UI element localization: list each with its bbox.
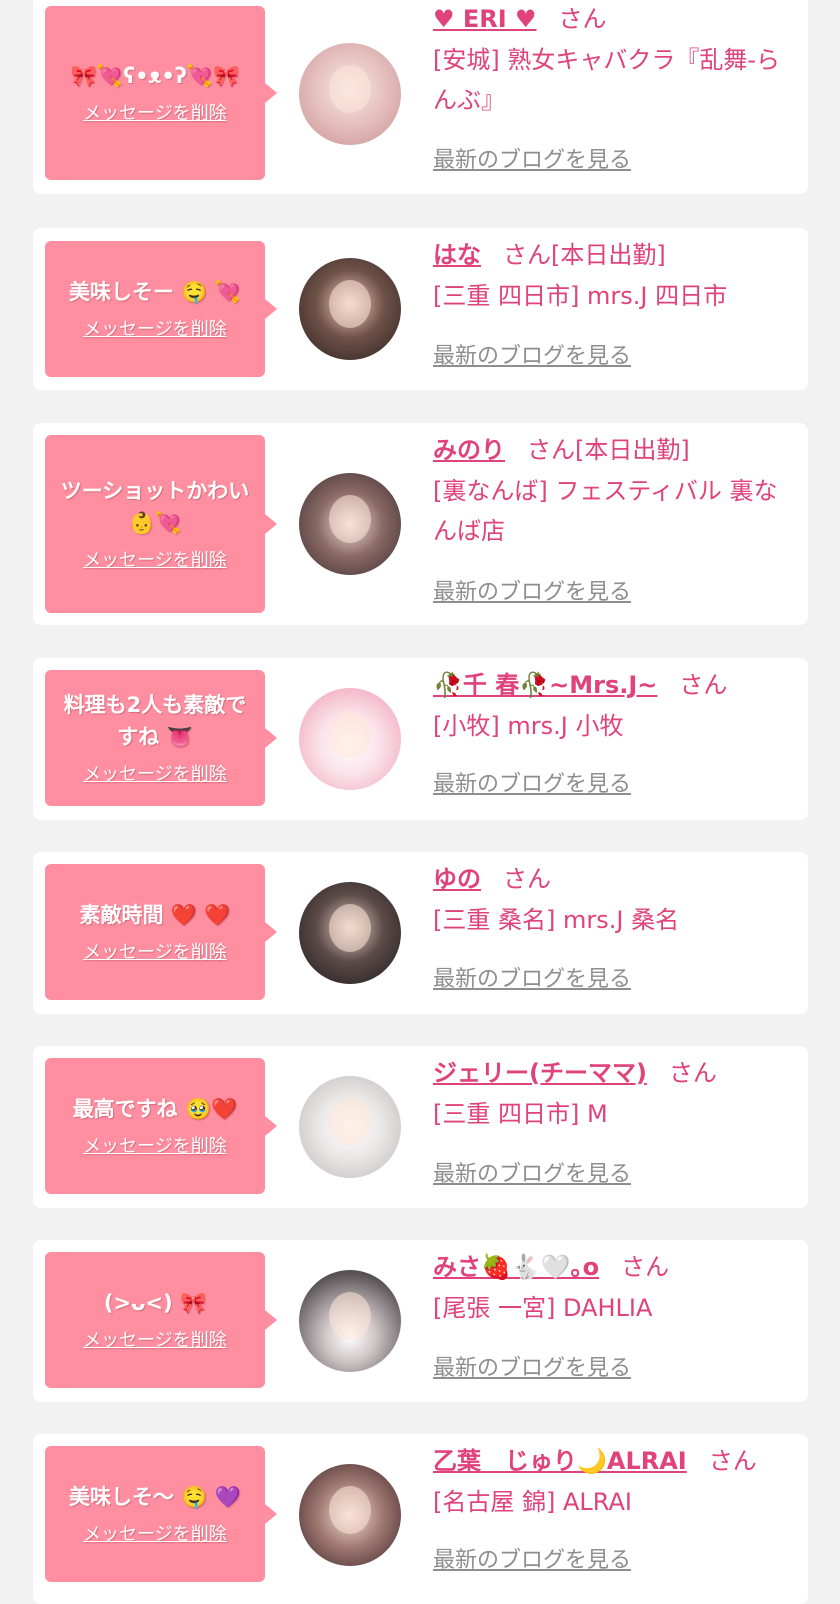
avatar-photo-highlight — [329, 1292, 371, 1340]
delete-message-link[interactable]: メッセージを削除 — [83, 318, 227, 342]
message-bubble: 美味しそー 🤤 💘 メッセージを削除 — [45, 241, 277, 377]
sender-location: [名古屋 錦] ALRAI — [433, 1488, 632, 1516]
sender-name-line: みさ🍓🐇🤍｡o さん — [433, 1246, 796, 1288]
sender-location: [小牧] mrs.J 小牧 — [433, 712, 624, 740]
honorific: さん — [558, 5, 607, 33]
avatar[interactable] — [299, 688, 401, 790]
avatar[interactable] — [299, 473, 401, 575]
avatar-photo-highlight — [329, 65, 371, 113]
message-bubble: 最高ですね 🥹❤️ メッセージを削除 — [45, 1058, 277, 1194]
sender-name-link[interactable]: はな — [433, 241, 481, 269]
message-card: 美味しそー 🤤 💘 メッセージを削除 はな さん[本日出勤] [三重 四日市] m… — [33, 228, 808, 390]
message-text: ツーショットかわい 👶💘 — [60, 479, 250, 535]
message-text: 美味しそー 🤤 💘 — [69, 280, 241, 304]
sender-name-link[interactable]: みさ🍓🐇🤍｡o — [433, 1253, 599, 1281]
avatar-photo-highlight — [329, 1098, 371, 1146]
message-card: (>ᴗ<) 🎀 メッセージを削除 みさ🍓🐇🤍｡o さん [尾張 一宮] DAHLI… — [33, 1240, 808, 1402]
sender-name-line: 🥀千 春🥀~Mrs.J~ さん — [433, 664, 796, 706]
message-text: (>ᴗ<) 🎀 — [103, 1291, 207, 1315]
message-card: 美味しそ〜 🤤 💜 メッセージを削除 乙葉 じゅり🌙ALRAI さん [名古屋 錦… — [33, 1434, 808, 1604]
sender-name-line: みのり さん[本日出勤] — [433, 429, 796, 471]
status-text: [本日出勤] — [575, 436, 690, 464]
avatar-photo-highlight — [329, 1486, 371, 1534]
avatar[interactable] — [299, 1270, 401, 1372]
latest-blog-link[interactable]: 最新のブログを見る — [433, 142, 631, 174]
sender-location: [三重 桑名] mrs.J 桑名 — [433, 906, 680, 934]
sender-info: みのり さん[本日出勤] [裏なんば] フェスティバル 裏なんば店 — [433, 429, 796, 551]
message-bubble: 美味しそ〜 🤤 💜 メッセージを削除 — [45, 1446, 277, 1582]
sender-name-link[interactable]: ♥ ERI ♥ — [433, 5, 537, 33]
avatar-photo-highlight — [329, 495, 371, 543]
sender-name-link[interactable]: 🥀千 春🥀~Mrs.J~ — [433, 671, 657, 699]
latest-blog-link[interactable]: 最新のブログを見る — [433, 1156, 631, 1188]
status-text: [本日出勤] — [551, 241, 666, 269]
message-card: ツーショットかわい 👶💘 メッセージを削除 みのり さん[本日出勤] [裏なんば]… — [33, 423, 808, 625]
sender-name-link[interactable]: ゆの — [433, 865, 481, 893]
sender-name-line: ジェリー(チーママ) さん — [433, 1052, 796, 1094]
latest-blog-link[interactable]: 最新のブログを見る — [433, 1350, 631, 1382]
message-card: 🎀💘ʕ•ᴥ•ʔ💘🎀 メッセージを削除 ♥ ERI ♥ さん [安城] 熟女キャバク… — [33, 0, 808, 194]
sender-info: みさ🍓🐇🤍｡o さん [尾張 一宮] DAHLIA — [433, 1246, 796, 1328]
avatar-photo-highlight — [329, 710, 371, 758]
honorific: さん — [527, 436, 575, 464]
delete-message-link[interactable]: メッセージを削除 — [83, 102, 227, 126]
sender-info: 🥀千 春🥀~Mrs.J~ さん [小牧] mrs.J 小牧 — [433, 664, 796, 746]
avatar[interactable] — [299, 1076, 401, 1178]
sender-location: [三重 四日市] M — [433, 1100, 608, 1128]
message-text: 料理も2人も素敵ですね 👅 — [63, 693, 247, 749]
avatar[interactable] — [299, 258, 401, 360]
sender-name-line: 乙葉 じゅり🌙ALRAI さん — [433, 1440, 796, 1482]
avatar[interactable] — [299, 1464, 401, 1566]
sender-location: [裏なんば] フェスティバル 裏なんば店 — [433, 477, 778, 545]
latest-blog-link[interactable]: 最新のブログを見る — [433, 766, 631, 798]
sender-info: ジェリー(チーママ) さん [三重 四日市] M — [433, 1052, 796, 1134]
message-text: 美味しそ〜 🤤 💜 — [69, 1485, 241, 1509]
latest-blog-link[interactable]: 最新のブログを見る — [433, 961, 631, 993]
sender-name-line: ♥ ERI ♥ さん — [433, 0, 796, 40]
sender-info: ♥ ERI ♥ さん [安城] 熟女キャバクラ『乱舞-らんぶ』 — [433, 0, 796, 120]
message-bubble: (>ᴗ<) 🎀 メッセージを削除 — [45, 1252, 277, 1388]
honorific: さん — [668, 1059, 717, 1087]
avatar-photo-highlight — [329, 904, 371, 952]
avatar-photo-highlight — [329, 280, 371, 328]
message-text: 最高ですね 🥹❤️ — [72, 1097, 238, 1121]
delete-message-link[interactable]: メッセージを削除 — [83, 1135, 227, 1159]
message-list: 🎀💘ʕ•ᴥ•ʔ💘🎀 メッセージを削除 ♥ ERI ♥ さん [安城] 熟女キャバク… — [0, 0, 840, 1604]
honorific: さん — [621, 1253, 670, 1281]
message-card: 素敵時間 ❤️ ❤️ メッセージを削除 ゆの さん [三重 桑名] mrs.J 桑… — [33, 852, 808, 1014]
sender-location: [尾張 一宮] DAHLIA — [433, 1294, 653, 1322]
message-text: 🎀💘ʕ•ᴥ•ʔ💘🎀 — [70, 64, 240, 88]
sender-info: ゆの さん [三重 桑名] mrs.J 桑名 — [433, 858, 796, 940]
delete-message-link[interactable]: メッセージを削除 — [83, 941, 227, 965]
avatar[interactable] — [299, 43, 401, 145]
delete-message-link[interactable]: メッセージを削除 — [83, 549, 227, 573]
sender-name-link[interactable]: ジェリー(チーママ) — [433, 1059, 647, 1087]
message-bubble: 🎀💘ʕ•ᴥ•ʔ💘🎀 メッセージを削除 — [45, 6, 277, 180]
sender-name-line: ゆの さん — [433, 858, 796, 900]
delete-message-link[interactable]: メッセージを削除 — [83, 1523, 227, 1547]
honorific: さん — [503, 865, 551, 893]
message-card: 最高ですね 🥹❤️ メッセージを削除 ジェリー(チーママ) さん [三重 四日市]… — [33, 1046, 808, 1208]
message-bubble: ツーショットかわい 👶💘 メッセージを削除 — [45, 435, 277, 613]
message-bubble: 素敵時間 ❤️ ❤️ メッセージを削除 — [45, 864, 277, 1000]
honorific: さん — [679, 671, 728, 699]
message-text: 素敵時間 ❤️ ❤️ — [79, 903, 231, 927]
sender-info: 乙葉 じゅり🌙ALRAI さん [名古屋 錦] ALRAI — [433, 1440, 796, 1522]
sender-location: [三重 四日市] mrs.J 四日市 — [433, 282, 728, 310]
delete-message-link[interactable]: メッセージを削除 — [83, 763, 227, 787]
latest-blog-link[interactable]: 最新のブログを見る — [433, 574, 631, 606]
delete-message-link[interactable]: メッセージを削除 — [83, 1329, 227, 1353]
latest-blog-link[interactable]: 最新のブログを見る — [433, 1542, 631, 1574]
sender-name-link[interactable]: 乙葉 じゅり🌙ALRAI — [433, 1447, 687, 1475]
message-bubble: 料理も2人も素敵ですね 👅 メッセージを削除 — [45, 670, 277, 806]
message-card: 料理も2人も素敵ですね 👅 メッセージを削除 🥀千 春🥀~Mrs.J~ さん [小… — [33, 658, 808, 820]
sender-location: [安城] 熟女キャバクラ『乱舞-らんぶ』 — [433, 46, 781, 114]
avatar[interactable] — [299, 882, 401, 984]
sender-info: はな さん[本日出勤] [三重 四日市] mrs.J 四日市 — [433, 234, 796, 316]
honorific: さん — [708, 1447, 757, 1475]
honorific: さん — [503, 241, 551, 269]
sender-name-line: はな さん[本日出勤] — [433, 234, 796, 276]
sender-name-link[interactable]: みのり — [433, 436, 505, 464]
latest-blog-link[interactable]: 最新のブログを見る — [433, 338, 631, 370]
